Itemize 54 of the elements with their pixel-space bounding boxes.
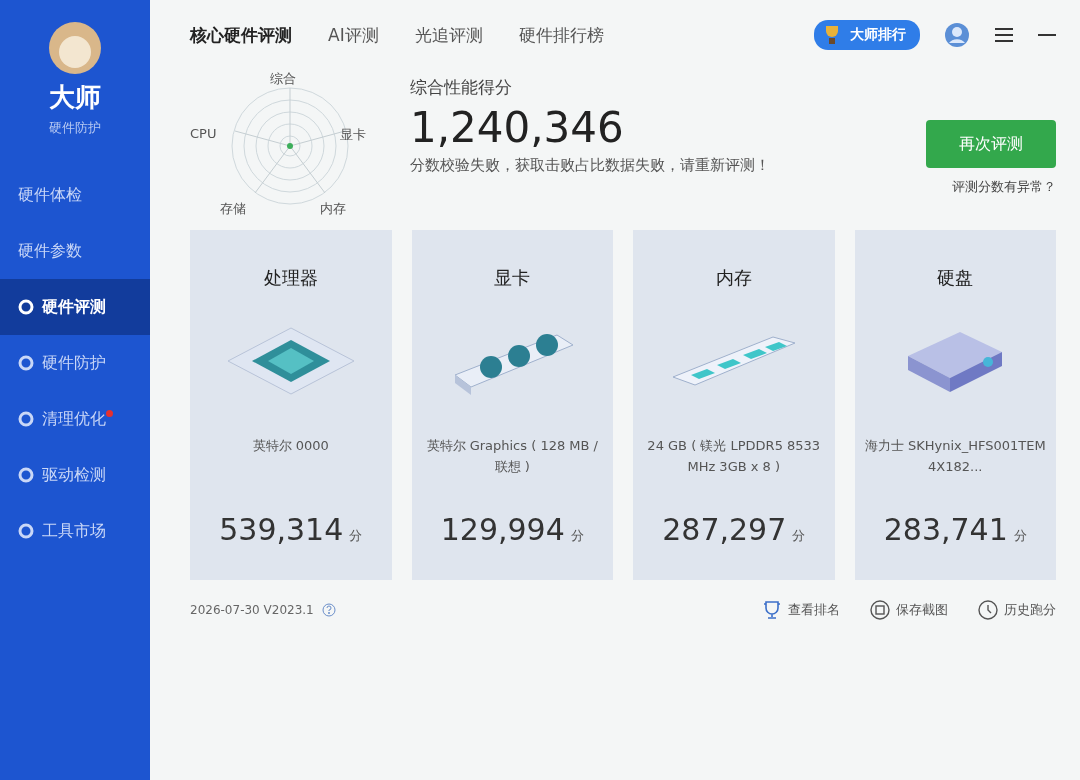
score-unit: 分 [1013, 527, 1027, 545]
sidebar-item[interactable]: 清理优化 [0, 391, 150, 447]
tab[interactable]: AI评测 [328, 23, 379, 47]
card-title: 处理器 [263, 266, 318, 290]
radar-axis-label: CPU [190, 126, 217, 141]
menu-item-icon [18, 355, 34, 371]
error-message: 分数校验失败，获取击败占比数据失败，请重新评测！ [410, 156, 771, 175]
sidebar-item[interactable]: 硬件评测 [0, 279, 150, 335]
score-unit: 分 [349, 527, 363, 545]
card-title: 硬盘 [937, 266, 974, 290]
tab[interactable]: 光追评测 [414, 23, 483, 47]
sidebar-item[interactable]: 硬件防护 [0, 335, 150, 391]
tab[interactable]: 核心硬件评测 [190, 23, 292, 47]
radar-axis-label: 显卡 [340, 126, 366, 144]
trophy-icon [762, 600, 782, 620]
radar-axis-label: 内存 [320, 200, 346, 218]
device-name: 英特尔 0000 [252, 437, 329, 455]
device-name: 24 GB ( 镁光 LPDDR5 8533MHz 3GB x 8 ) [646, 437, 822, 476]
menu-item-icon [18, 411, 34, 427]
menu-icon[interactable] [994, 27, 1014, 43]
score-unit: 分 [792, 527, 806, 545]
minimize-icon[interactable] [1038, 33, 1056, 37]
card-title: 内存 [715, 266, 752, 290]
score-title: 综合性能得分 [410, 76, 513, 99]
menu-item-icon [18, 467, 34, 483]
clock-icon [978, 600, 998, 620]
screenshot-icon [870, 600, 890, 620]
device-name: 英特尔 Graphics ( 128 MB / 联想 ) [425, 437, 599, 476]
component-score: 287,297 [662, 512, 787, 547]
brand-name: 大师 [49, 81, 101, 114]
device-name: 海力士 SKHynix_HFS001TEM4X182... [864, 437, 1046, 476]
total-score: 1,240,346 [410, 103, 625, 152]
sidebar-item[interactable]: 驱动检测 [0, 447, 150, 503]
sidebar-item[interactable]: 硬件体检 [0, 167, 150, 223]
sidebar-item[interactable]: 工具市场 [0, 503, 150, 559]
menu-item-icon [18, 523, 34, 539]
ranking-button[interactable]: 大师排行 [814, 20, 920, 50]
footer-link[interactable]: 保存截图 [870, 600, 948, 620]
card-title: 显卡 [494, 266, 531, 290]
radar-axis-label: 存储 [220, 200, 246, 218]
score-anomaly-link[interactable]: 评测分数有异常？ [952, 178, 1056, 196]
tab[interactable]: 硬件排行榜 [518, 23, 604, 47]
radar-axis-label: 综合 [270, 70, 296, 88]
user-avatar-icon[interactable] [944, 22, 970, 48]
sidebar-item[interactable]: 硬件参数 [0, 223, 150, 279]
menu-item-icon [18, 299, 34, 315]
version-text: 2026-07-30 V2023.1 [190, 603, 314, 617]
component-score: 539,314 [219, 512, 344, 547]
score-unit: 分 [570, 527, 584, 545]
component-score: 283,741 [883, 512, 1008, 547]
footer-link[interactable]: 历史跑分 [978, 600, 1056, 620]
component-score: 129,994 [440, 512, 565, 547]
footer-link[interactable]: 查看排名 [762, 600, 840, 620]
brand-subtitle: 硬件防护 [49, 119, 101, 137]
